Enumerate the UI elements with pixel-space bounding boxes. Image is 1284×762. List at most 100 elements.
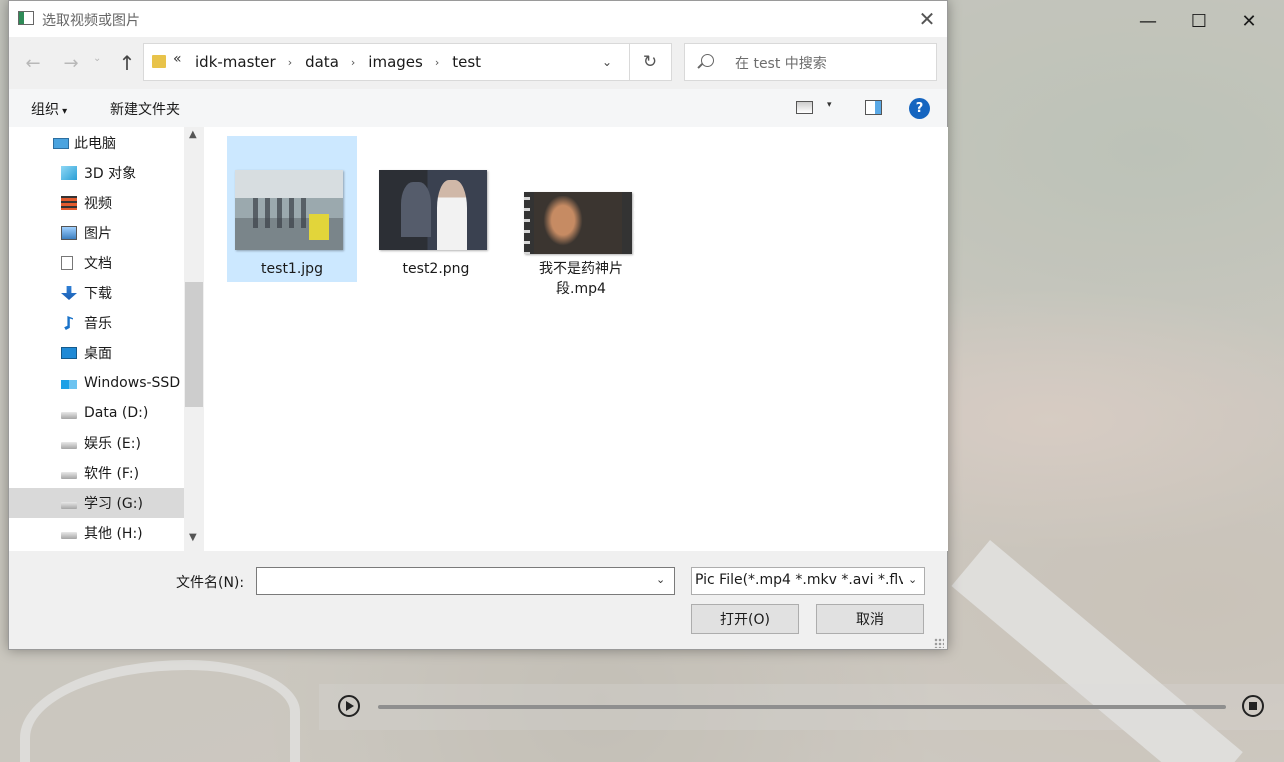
dialog-close-button[interactable]: ✕ (907, 4, 947, 34)
app-icon (18, 11, 34, 25)
nav-item-label: 视频 (84, 196, 112, 212)
address-bar[interactable]: « idk-master › data › images › test ⌄ ↻ (143, 43, 672, 81)
nav-item-label: Windows-SSD (84, 375, 181, 391)
nav-item[interactable]: Data (D:) (9, 398, 184, 428)
nav-item[interactable]: 图片 (9, 218, 184, 248)
close-button[interactable]: ✕ (1226, 6, 1272, 36)
drive-icon (61, 412, 77, 419)
nav-item-label: 其他 (H:) (84, 526, 143, 542)
breadcrumb-item[interactable]: data (301, 53, 343, 71)
scroll-down-icon[interactable]: ▼ (189, 532, 197, 543)
progress-slider[interactable] (378, 705, 1226, 709)
chevron-down-icon[interactable]: ⌄ (656, 573, 665, 586)
nav-item[interactable]: 其他 (H:) (9, 518, 184, 548)
resize-grip[interactable] (934, 638, 944, 648)
forward-arrow-icon[interactable]: → (59, 51, 83, 75)
file-name: 我不是药神片段.mp4 (539, 261, 623, 297)
nav-item-label: 软件 (F:) (84, 466, 140, 482)
breadcrumb-item[interactable]: idk-master (191, 53, 280, 71)
nav-item[interactable]: 桌面 (9, 338, 184, 368)
stop-icon[interactable] (1242, 695, 1264, 717)
download-icon (61, 286, 77, 300)
search-input[interactable]: 在 test 中搜索 (684, 43, 937, 81)
nav-item[interactable]: 下载 (9, 278, 184, 308)
nav-scrollbar[interactable]: ▲ ▼ (184, 127, 204, 551)
up-arrow-icon[interactable]: ↑ (115, 50, 139, 76)
cube-icon (61, 166, 77, 180)
image-thumbnail (379, 170, 487, 250)
nav-item[interactable]: 3D 对象 (9, 158, 184, 188)
filename-input[interactable]: ⌄ (256, 567, 675, 595)
cancel-button[interactable]: 取消 (816, 604, 924, 634)
nav-item-label: Data (D:) (84, 405, 149, 421)
picture-icon (61, 226, 77, 240)
nav-item[interactable]: 音乐 (9, 308, 184, 338)
drive-icon (61, 532, 77, 539)
play-icon[interactable] (338, 695, 360, 717)
back-arrow-icon[interactable]: ← (21, 51, 45, 75)
file-name: test2.png (402, 261, 470, 277)
chevron-right-icon[interactable]: › (427, 56, 448, 69)
nav-item-label: 下载 (84, 286, 112, 302)
nav-item[interactable]: 娱乐 (E:) (9, 428, 184, 458)
drive-icon (61, 472, 77, 479)
file-type-value: Pic File(*.mp4 *.mkv *.avi *.flv (695, 572, 903, 588)
chevron-down-icon[interactable]: ⌄ (908, 573, 917, 586)
nav-item-label: 图片 (84, 226, 112, 242)
chevron-right-icon[interactable]: › (343, 56, 364, 69)
drive-icon (61, 442, 77, 449)
minimize-button[interactable]: — (1125, 6, 1171, 36)
nav-item[interactable]: Windows-SSD (9, 368, 184, 398)
music-icon (64, 316, 73, 330)
open-button[interactable]: 打开(O) (691, 604, 799, 634)
maximize-button[interactable]: ☐ (1176, 6, 1222, 36)
file-list: test1.jpg test2.png 我不是药神片段.mp4 (204, 127, 948, 551)
refresh-icon[interactable]: ↻ (638, 51, 662, 73)
dialog-title: 选取视频或图片 (42, 13, 140, 29)
film-icon (61, 196, 77, 210)
breadcrumb-overflow[interactable]: « (173, 51, 182, 67)
view-mode-icon[interactable] (796, 101, 813, 114)
nav-item-label: 娱乐 (E:) (84, 436, 141, 452)
nav-item-label: 此电脑 (74, 136, 116, 152)
nav-item-label: 桌面 (84, 346, 112, 362)
file-name: test1.jpg (261, 261, 323, 277)
player-titlebar: — ☐ ✕ (948, 0, 1284, 42)
nav-item[interactable]: 软件 (F:) (9, 458, 184, 488)
search-icon (701, 54, 714, 67)
nav-item[interactable]: 学习 (G:) (9, 488, 184, 518)
view-dropdown-icon[interactable]: ▾ (827, 100, 832, 110)
nav-item[interactable]: 文档 (9, 248, 184, 278)
new-folder-button[interactable]: 新建文件夹 (110, 99, 180, 119)
help-icon[interactable]: ? (909, 98, 930, 119)
recent-locations-chevron-icon[interactable]: ⌄ (93, 53, 101, 64)
folder-icon (152, 55, 166, 68)
scroll-thumb[interactable] (185, 282, 203, 407)
windows-drive-icon (61, 380, 77, 389)
chevron-down-icon[interactable]: ⌄ (597, 52, 617, 72)
nav-item[interactable]: 此电脑 (9, 128, 184, 158)
nav-item-label: 音乐 (84, 316, 112, 332)
search-placeholder: 在 test 中搜索 (735, 56, 827, 72)
preview-pane-icon[interactable] (865, 100, 882, 115)
player-controls (319, 684, 1284, 730)
breadcrumb-item[interactable]: test (448, 53, 485, 71)
desktop-icon (61, 347, 77, 359)
navigation-pane: 此电脑 3D 对象视频图片文档下载音乐桌面 Windows-SSD Data (D:)… (9, 127, 204, 551)
breadcrumb: idk-master › data › images › test (191, 53, 485, 71)
nav-item[interactable]: 视频 (9, 188, 184, 218)
chevron-right-icon[interactable]: › (280, 56, 301, 69)
nav-item-label: 3D 对象 (84, 166, 137, 182)
video-thumbnail (524, 192, 632, 254)
file-item[interactable]: test2.png (371, 136, 501, 282)
file-item[interactable]: test1.jpg (227, 136, 357, 282)
file-type-select[interactable]: Pic File(*.mp4 *.mkv *.avi *.flv ⌄ (691, 567, 925, 595)
nav-item-label: 学习 (G:) (84, 496, 143, 512)
scroll-up-icon[interactable]: ▲ (189, 129, 197, 140)
breadcrumb-item[interactable]: images (364, 53, 427, 71)
file-item[interactable]: 我不是药神片段.mp4 (516, 136, 646, 297)
organize-button[interactable]: 组织 (31, 99, 67, 119)
open-file-dialog: 选取视频或图片 ✕ ← → ⌄ ↑ « idk-master › data › … (8, 0, 948, 650)
drive-icon (61, 502, 77, 509)
dialog-titlebar: 选取视频或图片 ✕ (9, 1, 947, 37)
